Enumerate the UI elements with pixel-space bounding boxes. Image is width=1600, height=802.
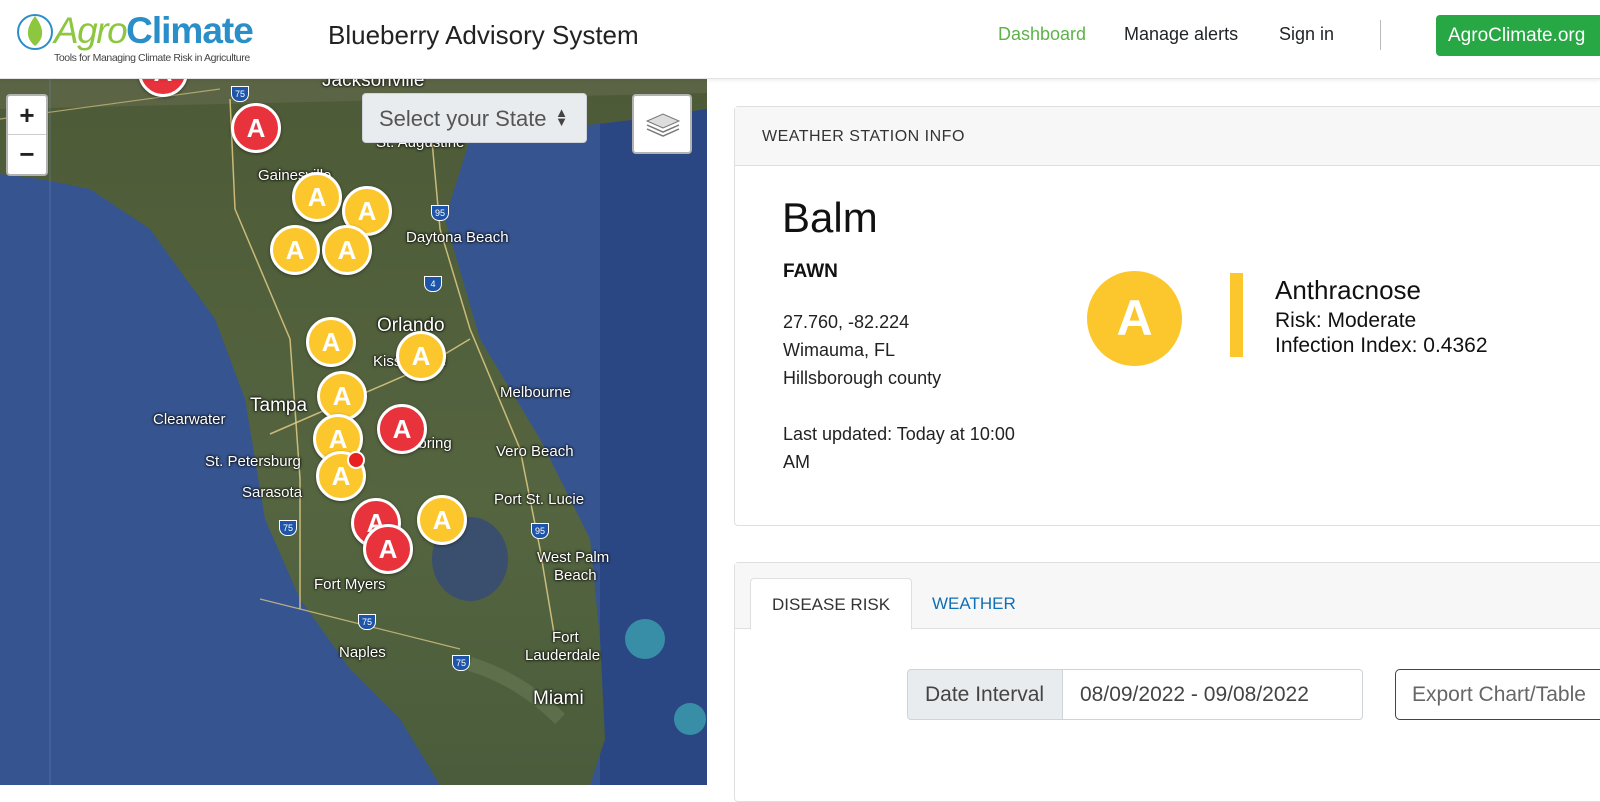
- city-label: Vero Beach: [496, 443, 574, 460]
- highway-shield: 75: [358, 614, 376, 630]
- city-label: Tampa: [250, 395, 308, 416]
- nav-divider: [1380, 20, 1381, 50]
- nav-sign-in[interactable]: Sign in: [1279, 24, 1334, 45]
- city-label: Melbourne: [500, 384, 571, 401]
- station-marker-moderate[interactable]: A: [292, 172, 342, 222]
- station-coordinates: 27.760, -82.224: [783, 312, 910, 332]
- zoom-out-button[interactable]: −: [8, 135, 46, 174]
- nav-manage-alerts[interactable]: Manage alerts: [1124, 24, 1238, 45]
- station-marker-moderate[interactable]: A: [306, 317, 356, 367]
- station-marker-high[interactable]: A: [231, 103, 281, 153]
- highway-shield: 75: [279, 520, 297, 536]
- city-label: Fort Myers: [314, 576, 386, 593]
- city-label: Miami: [533, 688, 584, 709]
- risk-level-text: Risk: Moderate: [1275, 309, 1417, 332]
- zoom-control: + −: [6, 94, 48, 176]
- highway-shield: 75: [231, 86, 249, 102]
- agroclimate-org-button[interactable]: AgroClimate.org: [1436, 15, 1600, 56]
- date-interval-label: Date Interval: [907, 669, 1063, 720]
- state-select-value: Select your State: [379, 106, 547, 131]
- station-marker-moderate[interactable]: A: [270, 225, 320, 275]
- risk-level-badge: A: [1087, 271, 1182, 366]
- city-label: Daytona Beach: [406, 229, 509, 246]
- app-title: Blueberry Advisory System: [328, 20, 639, 50]
- tab-bar: DISEASE RISK WEATHER: [735, 563, 1600, 630]
- city-label: Jacksonville: [322, 79, 425, 91]
- zoom-in-button[interactable]: +: [8, 96, 46, 135]
- top-header: AgroClimate Tools for Managing Climate R…: [0, 0, 1600, 79]
- selected-station-dot[interactable]: [347, 451, 365, 469]
- nav-dashboard[interactable]: Dashboard: [998, 24, 1086, 45]
- city-label: Naples: [339, 644, 386, 661]
- station-county: Hillsborough county: [783, 368, 942, 388]
- station-marker-moderate[interactable]: A: [417, 495, 467, 545]
- state-select[interactable]: Select your State ▲ ▼: [362, 93, 587, 143]
- highway-shield: 95: [531, 523, 549, 539]
- city-label: St. Petersburg: [205, 453, 301, 470]
- station-map[interactable]: + − Select your State ▲▼ Jacksonville St…: [0, 79, 707, 785]
- disease-name: Anthracnose: [1275, 275, 1421, 305]
- city-label: Sarasota: [242, 484, 303, 501]
- agroclimate-logo[interactable]: AgroClimate Tools for Managing Climate R…: [14, 6, 254, 68]
- tab-weather[interactable]: WEATHER: [911, 578, 1037, 630]
- leaf-drop-icon: [17, 14, 53, 50]
- city-label: Port St. Lucie: [494, 491, 585, 508]
- city-label: Clearwater: [153, 411, 226, 428]
- highway-shield: 95: [431, 205, 449, 221]
- date-interval-group: Date Interval 08/09/2022 - 09/08/2022: [907, 669, 1363, 720]
- card-header: WEATHER STATION INFO: [735, 107, 1600, 166]
- export-chart-table-button[interactable]: Export Chart/Table: [1395, 669, 1600, 720]
- city-label: Fort: [552, 629, 579, 646]
- tab-disease-risk[interactable]: DISEASE RISK: [750, 578, 913, 630]
- logo-tagline: Tools for Managing Climate Risk in Agric…: [54, 52, 250, 64]
- city-label: West Palm: [537, 549, 610, 566]
- last-updated-cont: AM: [783, 452, 810, 472]
- layers-button[interactable]: [632, 94, 692, 154]
- station-marker-moderate[interactable]: A: [322, 225, 372, 275]
- sort-caret-icon: ▲ ▼: [555, 105, 568, 129]
- last-updated: Last updated: Today at 10:00: [783, 424, 1015, 444]
- station-marker-high[interactable]: A: [363, 524, 413, 574]
- risk-color-bar: [1230, 273, 1243, 357]
- infection-index: Infection Index: 0.4362: [1275, 334, 1488, 357]
- station-marker-moderate[interactable]: A: [396, 331, 446, 381]
- station-name: Balm: [782, 194, 878, 241]
- layers-icon: [645, 113, 681, 137]
- highway-shield: 4: [424, 276, 442, 292]
- station-network: FAWN: [783, 261, 838, 282]
- city-label: Lauderdale: [525, 647, 601, 664]
- date-interval-input[interactable]: 08/09/2022 - 09/08/2022: [1063, 669, 1363, 720]
- highway-shield: 75: [452, 655, 470, 671]
- station-marker-high[interactable]: A: [377, 404, 427, 454]
- station-location: Wimauma, FL: [783, 340, 896, 360]
- disease-weather-card: DISEASE RISK WEATHER Date Interval 08/09…: [734, 562, 1600, 802]
- weather-station-card: WEATHER STATION INFO Balm FAWN 27.760, -…: [734, 106, 1600, 526]
- city-label: Beach: [554, 567, 597, 584]
- logo-text: AgroClimate: [54, 10, 254, 51]
